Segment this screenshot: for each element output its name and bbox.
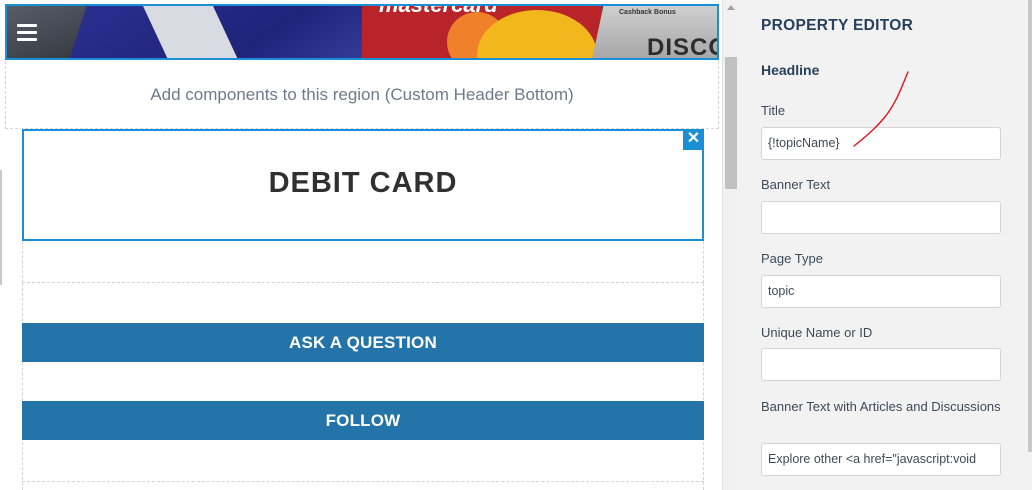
headline-title: DEBIT CARD (268, 167, 458, 199)
panel-scrollbar[interactable] (1028, 0, 1032, 452)
hamburger-menu-icon[interactable] (17, 24, 37, 42)
cashback-logo-text: Cashback Bonus (619, 9, 676, 16)
section-heading: Headline (761, 62, 820, 78)
unique-name-label: Unique Name or ID (761, 325, 873, 340)
close-icon[interactable]: ✕ (683, 129, 704, 150)
panel-title: PROPERTY EDITOR (761, 17, 914, 34)
header-banner-image[interactable]: mastercard Cashback Bonus DISCOV (5, 4, 719, 60)
empty-region[interactable] (22, 241, 704, 283)
unique-name-input[interactable] (761, 348, 1001, 381)
property-editor-panel: PROPERTY EDITOR Headline Title {!topicNa… (739, 0, 1032, 490)
banner-text-input[interactable] (761, 201, 1001, 234)
banner-text-label: Banner Text (761, 177, 831, 192)
title-input[interactable]: {!topicName} (761, 127, 1001, 160)
page-canvas: mastercard Cashback Bonus DISCOV Add com… (0, 0, 722, 490)
follow-button[interactable]: FOLLOW (22, 401, 704, 440)
ask-question-button[interactable]: ASK A QUESTION (22, 323, 704, 362)
headline-component[interactable]: DEBIT CARD ✕ (22, 129, 704, 241)
page-type-label: Page Type (761, 251, 823, 266)
scroll-up-arrow-icon[interactable] (727, 5, 735, 10)
left-edge-divider (0, 170, 2, 285)
buttons-region (22, 283, 704, 490)
scroll-thumb[interactable] (725, 57, 737, 189)
discover-logo-text: DISCOV (647, 34, 717, 60)
banner-text-articles-input[interactable]: Explore other <a href="javascript:void (761, 443, 1001, 476)
mastercard-logo-text: mastercard (379, 4, 498, 17)
region-divider (22, 481, 704, 482)
canvas-scrollbar[interactable] (722, 0, 739, 490)
page-type-input[interactable]: topic (761, 275, 1001, 308)
title-label: Title (761, 103, 786, 118)
banner-text-articles-label: Banner Text with Articles and Discussion… (761, 399, 1001, 414)
custom-header-bottom-region[interactable]: Add components to this region (Custom He… (5, 61, 719, 129)
